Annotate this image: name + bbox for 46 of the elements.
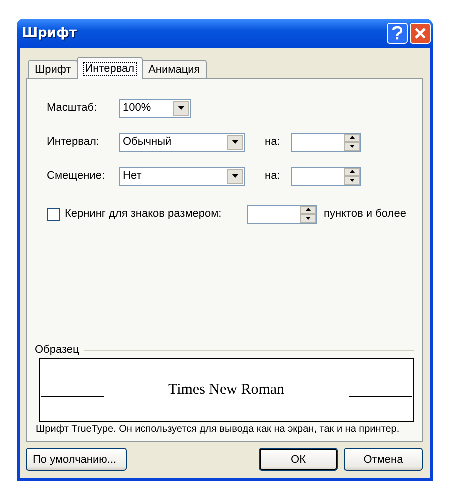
group-label: Образец: [35, 344, 80, 356]
question-icon: [391, 26, 404, 41]
dropdown-field[interactable]: Обычный: [119, 132, 245, 152]
field-label: на:: [265, 136, 282, 148]
cancel-button[interactable]: Отмена: [344, 448, 423, 471]
up-arrow-icon: [350, 170, 354, 174]
down-arrow-icon: [350, 144, 354, 148]
spin-up-button[interactable]: [300, 206, 316, 214]
spin-up-button[interactable]: [344, 168, 360, 176]
ok-button[interactable]: ОК: [259, 448, 338, 471]
window-title: Шрифт: [22, 26, 77, 41]
tab[interactable]: Интервал: [77, 57, 143, 79]
dropdown-field[interactable]: 100%: [119, 98, 191, 118]
checkbox[interactable]: [47, 208, 60, 220]
caret-icon: [178, 106, 184, 110]
spin-field[interactable]: [247, 204, 317, 224]
field-label: пунктов и более: [324, 208, 406, 220]
font-description: Шрифт TrueType. Он используется для вывода как на экран, так и на принтер.: [35, 424, 401, 435]
down-arrow-icon: [350, 178, 354, 182]
dropdown-button[interactable]: [227, 168, 243, 184]
caret-icon: [232, 174, 238, 178]
close-icon: [414, 27, 427, 40]
field-label: Интервал:: [47, 136, 100, 148]
caret-icon: [232, 140, 238, 144]
dropdown-button[interactable]: [227, 134, 243, 150]
up-arrow-icon: [306, 208, 310, 212]
spin-down-button[interactable]: [300, 214, 316, 222]
field-label: Смещение:: [47, 170, 106, 182]
spin-field[interactable]: [291, 132, 361, 152]
spin-field[interactable]: [291, 166, 361, 186]
spin-up-button[interactable]: [344, 134, 360, 142]
help-button[interactable]: [387, 23, 408, 44]
checkbox-label[interactable]: Кернинг для знаков размером:: [65, 208, 247, 220]
dropdown-field[interactable]: Нет: [119, 166, 245, 186]
down-arrow-icon: [306, 216, 310, 220]
close-button[interactable]: [410, 23, 431, 44]
up-arrow-icon: [350, 136, 354, 140]
sample-text: Times New Roman: [168, 382, 285, 398]
spin-down-button[interactable]: [344, 142, 360, 150]
tab[interactable]: Анимация: [142, 60, 208, 78]
dropdown-button[interactable]: [173, 100, 189, 116]
field-label: Масштаб:: [47, 102, 98, 114]
field-label: на:: [265, 170, 282, 182]
tab[interactable]: Шрифт: [28, 60, 78, 78]
spin-down-button[interactable]: [344, 176, 360, 184]
defaults-button[interactable]: По умолчанию...: [26, 448, 127, 471]
